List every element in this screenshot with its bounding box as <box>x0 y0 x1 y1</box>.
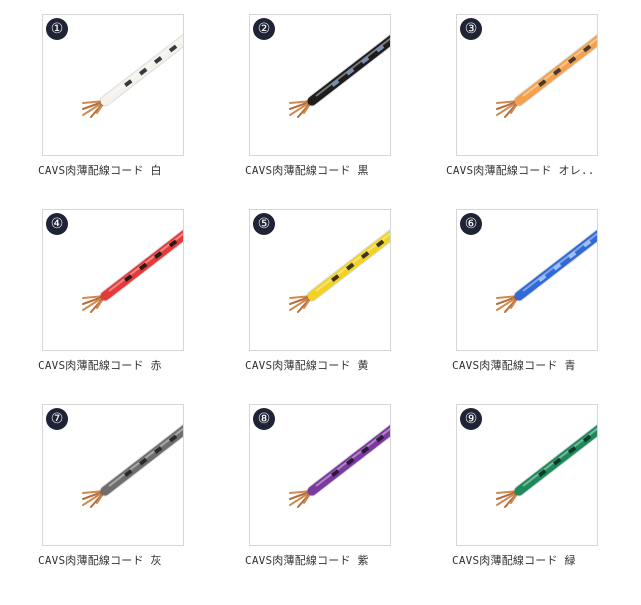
product-card[interactable]: ⑥ CAVS肉薄配線コード 青 <box>452 209 616 372</box>
number-badge: ⑤ <box>253 213 275 235</box>
product-image[interactable]: ⑨ <box>456 404 598 546</box>
product-card[interactable]: ⑧ CAVS肉薄配線コード 紫 <box>245 404 409 567</box>
product-caption[interactable]: CAVS肉薄配線コード 黄 <box>245 357 395 373</box>
number-badge: ⑥ <box>460 213 482 235</box>
product-image[interactable]: ⑤ <box>249 209 391 351</box>
number-badge: ⑦ <box>46 408 68 430</box>
product-caption[interactable]: CAVS肉薄配線コード 紫 <box>245 552 395 568</box>
product-caption[interactable]: CAVS肉薄配線コード オレ.. <box>446 162 606 178</box>
product-caption[interactable]: CAVS肉薄配線コード 黒 <box>245 162 395 178</box>
product-image[interactable]: ⑦ <box>42 404 184 546</box>
product-grid: ① CAVS肉薄配線コード 白 ② CAVS肉薄配線コード 黒 ③ CAVS肉薄… <box>0 0 641 605</box>
number-badge: ① <box>46 18 68 40</box>
product-image[interactable]: ④ <box>42 209 184 351</box>
product-caption[interactable]: CAVS肉薄配線コード 灰 <box>38 552 188 568</box>
number-badge: ⑧ <box>253 408 275 430</box>
product-image[interactable]: ⑥ <box>456 209 598 351</box>
product-card[interactable]: ⑦ CAVS肉薄配線コード 灰 <box>38 404 202 567</box>
product-card[interactable]: ③ CAVS肉薄配線コード オレ.. <box>446 14 616 177</box>
product-caption[interactable]: CAVS肉薄配線コード 赤 <box>38 357 188 373</box>
number-badge: ③ <box>460 18 482 40</box>
product-card[interactable]: ④ CAVS肉薄配線コード 赤 <box>38 209 202 372</box>
product-caption[interactable]: CAVS肉薄配線コード 白 <box>38 162 188 178</box>
product-card[interactable]: ⑨ CAVS肉薄配線コード 緑 <box>452 404 616 567</box>
product-caption[interactable]: CAVS肉薄配線コード 緑 <box>452 552 602 568</box>
product-card[interactable]: ① CAVS肉薄配線コード 白 <box>38 14 202 177</box>
product-image[interactable]: ② <box>249 14 391 156</box>
number-badge: ② <box>253 18 275 40</box>
product-image[interactable]: ③ <box>456 14 598 156</box>
product-card[interactable]: ⑤ CAVS肉薄配線コード 黄 <box>245 209 409 372</box>
product-image[interactable]: ⑧ <box>249 404 391 546</box>
number-badge: ④ <box>46 213 68 235</box>
product-caption[interactable]: CAVS肉薄配線コード 青 <box>452 357 602 373</box>
product-card[interactable]: ② CAVS肉薄配線コード 黒 <box>245 14 409 177</box>
number-badge: ⑨ <box>460 408 482 430</box>
product-image[interactable]: ① <box>42 14 184 156</box>
